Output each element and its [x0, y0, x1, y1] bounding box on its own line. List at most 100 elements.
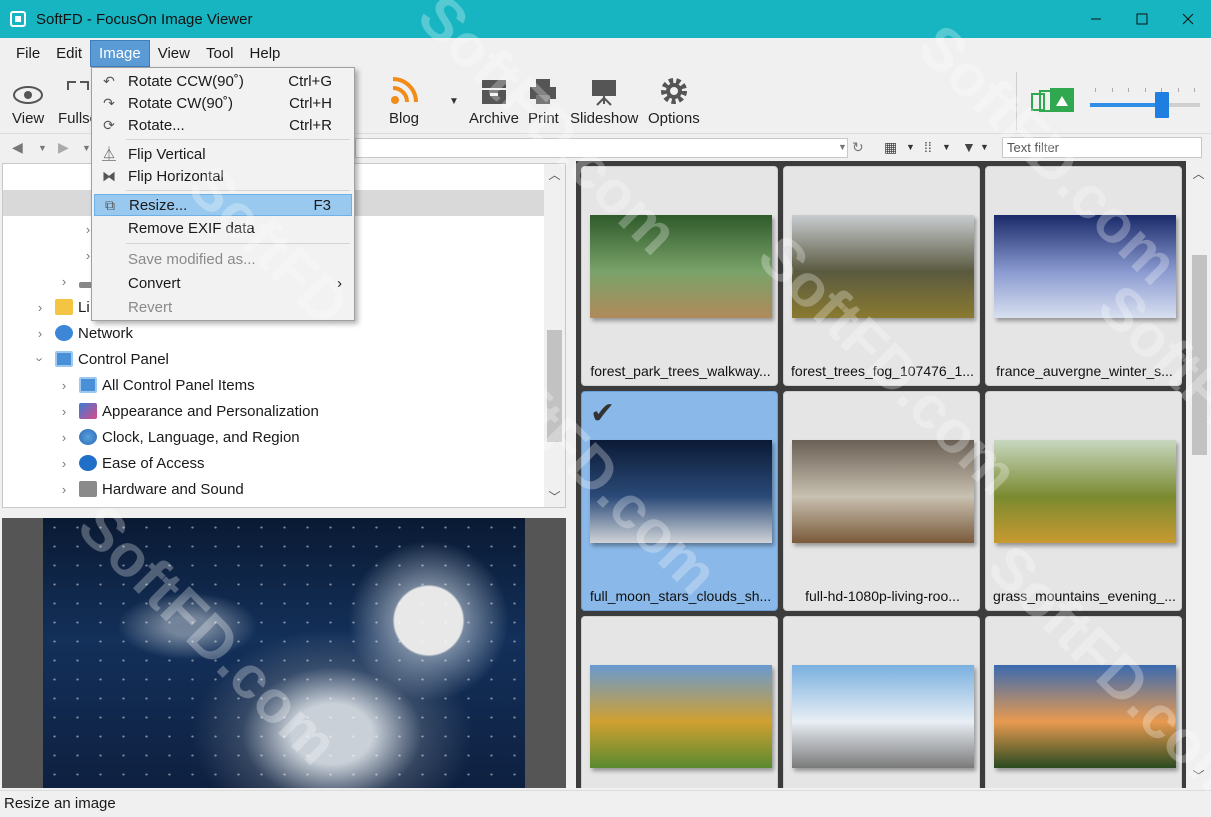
back-icon[interactable]: ◀ [12, 139, 23, 156]
view-mode-icon[interactable]: ▦ [884, 139, 897, 156]
menu-rotate-cw[interactable]: ↷ Rotate CW(90˚) Ctrl+H [94, 92, 352, 114]
thumbnail-card[interactable]: grass_mountains_evening_... [985, 391, 1182, 611]
tree-item-ease-of-access[interactable]: › Ease of Access [57, 450, 205, 476]
sort-dropdown-icon[interactable]: ▼ [942, 142, 951, 152]
check-icon[interactable]: ✔ [590, 396, 615, 431]
archive-button[interactable]: Archive [469, 74, 519, 127]
scroll-up-icon[interactable]: ︿ [544, 166, 565, 183]
thumbnail-card[interactable] [581, 616, 778, 788]
scroll-up-icon[interactable]: ︿ [1186, 165, 1211, 182]
thumbnail-grid: ︿ ﹀ forest_park_trees_walkway... forest_t… [576, 161, 1211, 788]
menu-separator [126, 190, 350, 191]
menu-image[interactable]: Image [90, 39, 150, 67]
address-bar[interactable] [355, 138, 848, 158]
menu-file[interactable]: File [8, 41, 48, 66]
menu-convert[interactable]: Convert › [94, 272, 352, 294]
thumbnail-card[interactable]: france_auvergne_winter_s... [985, 166, 1182, 386]
filter-dropdown-icon[interactable]: ▼ [980, 142, 989, 152]
thumbnail-card[interactable]: full-hd-1080p-living-roo... [783, 391, 980, 611]
menu-revert[interactable]: Revert [94, 296, 352, 318]
view-label: View [12, 110, 45, 127]
tree-item-appearance[interactable]: › Appearance and Personalization [57, 398, 319, 424]
refresh-icon[interactable]: ↻ [852, 139, 864, 156]
tree-scrollbar[interactable]: ︿ ﹀ [544, 164, 565, 507]
rotate-icon: ⟳ [103, 116, 115, 133]
menu-view[interactable]: View [150, 41, 198, 66]
thumbnail-card[interactable] [985, 616, 1182, 788]
slideshow-button[interactable]: Slideshow [570, 74, 638, 127]
chevron-right-icon: › [61, 455, 67, 471]
maximize-button[interactable] [1119, 0, 1165, 38]
menu-remove-exif[interactable]: Remove EXIF data [94, 217, 352, 239]
thumbnail-card[interactable]: forest_park_trees_walkway... [581, 166, 778, 386]
menu-rotate[interactable]: ⟳ Rotate... Ctrl+R [94, 114, 352, 136]
chevron-right-icon: › [61, 377, 67, 393]
thumbnail-caption: forest_trees_fog_107476_1... [791, 363, 974, 379]
back-dropdown-icon[interactable]: ▼ [38, 143, 47, 153]
thumbnail-card[interactable]: ✔ full_moon_stars_clouds_sh... [581, 391, 778, 611]
thumbnail-image [590, 440, 772, 543]
hardware-icon [79, 481, 97, 497]
control-panel-items-icon [79, 377, 97, 393]
thumbnail-caption: grass_mountains_evening_... [993, 588, 1176, 604]
blog-button[interactable]: Blog [389, 74, 419, 127]
chevron-right-icon: › [61, 429, 67, 445]
menu-tool[interactable]: Tool [198, 41, 242, 66]
menu-rotate-ccw[interactable]: ↶ Rotate CCW(90˚) Ctrl+G [94, 70, 352, 92]
app-icon [10, 11, 26, 27]
chevron-right-icon: › [37, 299, 43, 315]
forward-dropdown-icon[interactable]: ▼ [82, 143, 91, 153]
grid-scrollbar[interactable]: ︿ ﹀ [1186, 161, 1211, 788]
menu-separator [126, 139, 350, 140]
status-bar: Resize an image [0, 790, 1211, 817]
chevron-right-icon: › [61, 273, 67, 289]
blog-dropdown-arrow[interactable]: ▼ [449, 96, 459, 107]
address-dropdown-icon[interactable]: ▼ [838, 142, 847, 152]
view-button[interactable]: View [12, 74, 44, 127]
zoom-slider-thumb[interactable] [1155, 92, 1169, 118]
tree-item-libraries[interactable]: › Li [33, 294, 90, 320]
print-button[interactable]: Print [528, 74, 559, 127]
tree-item-control-panel[interactable]: › Control Panel [33, 346, 169, 372]
menu-resize[interactable]: ⧉ Resize... F3 [94, 194, 352, 216]
thumbnail-card[interactable] [783, 616, 980, 788]
rss-icon [389, 74, 419, 106]
tree-item-hardware-sound[interactable]: › Hardware and Sound [57, 476, 244, 502]
scroll-down-icon[interactable]: ﹀ [1186, 767, 1211, 784]
thumbnail-image [590, 215, 772, 318]
tree-item-network[interactable]: › Network [33, 320, 133, 346]
menu-separator [126, 243, 350, 244]
gear-icon [659, 74, 689, 106]
menu-bar: File Edit Image View Tool Help [0, 38, 1211, 68]
tree-item-all-control-panel-items[interactable]: › All Control Panel Items [57, 372, 255, 398]
slideshow-label: Slideshow [570, 110, 639, 127]
sort-icon[interactable]: ⁞⁞ [924, 139, 932, 155]
preview-image [43, 518, 525, 788]
menu-flip-vertical[interactable]: ⏅ Flip Vertical [94, 143, 352, 165]
appearance-icon [79, 403, 97, 419]
scroll-down-icon[interactable]: ﹀ [544, 488, 565, 505]
filter-icon[interactable]: ▼ [962, 139, 976, 155]
close-button[interactable] [1165, 0, 1211, 38]
text-filter-input[interactable]: Text filter [1002, 137, 1202, 158]
grid-scroll-thumb[interactable] [1192, 255, 1207, 455]
pane-splitter[interactable] [567, 161, 576, 788]
thumbnail-card[interactable]: forest_trees_fog_107476_1... [783, 166, 980, 386]
tree-scroll-thumb[interactable] [547, 330, 562, 442]
control-panel-icon [55, 351, 73, 367]
menu-flip-horizontal[interactable]: ⧓ Flip Horizontal [94, 165, 352, 187]
menu-edit[interactable]: Edit [48, 41, 90, 66]
menu-help[interactable]: Help [242, 41, 289, 66]
menu-save-modified-as[interactable]: Save modified as... [94, 248, 352, 270]
tree-item-clock-language[interactable]: › Clock, Language, and Region [57, 424, 300, 450]
thumbnail-caption: france_auvergne_winter_s... [996, 363, 1173, 379]
minimize-button[interactable] [1073, 0, 1119, 38]
chevron-right-icon: › [61, 403, 67, 419]
thumbnail-image [994, 440, 1176, 543]
chevron-down-icon: › [32, 356, 48, 362]
options-button[interactable]: Options [648, 74, 700, 127]
view-mode-dropdown-icon[interactable]: ▼ [906, 142, 915, 152]
rotate-cw-icon: ↷ [103, 94, 115, 111]
forward-icon[interactable]: ▶ [58, 139, 69, 156]
chevron-right-icon: › [61, 481, 67, 497]
